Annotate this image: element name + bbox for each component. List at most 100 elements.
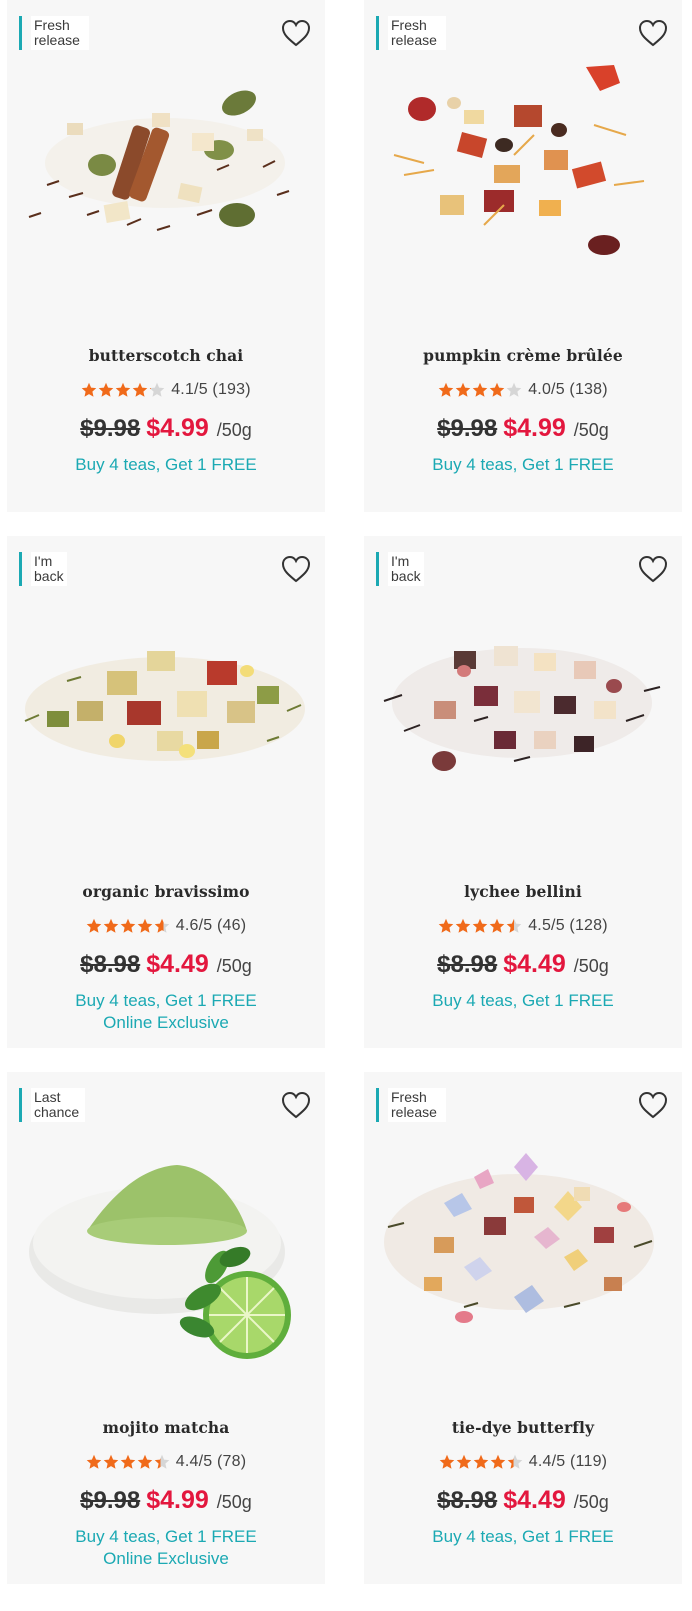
rating[interactable]: 4.5/5 (128) [364, 917, 682, 935]
star-icon [103, 1454, 119, 1469]
sale-price: $4.49 [503, 1486, 566, 1514]
price-unit: /50g [573, 1492, 609, 1512]
product-name[interactable]: organic bravissimo [7, 882, 325, 901]
product-card[interactable]: Fresh release [7, 0, 325, 512]
star-icon [456, 1454, 472, 1469]
heart-outline-icon [281, 1091, 311, 1119]
product-name[interactable]: butterscotch chai [7, 346, 325, 365]
star-icon [489, 382, 505, 397]
favorite-button[interactable] [636, 554, 670, 586]
favorite-button[interactable] [636, 18, 670, 50]
rating[interactable]: 4.0/5 (138) [364, 381, 682, 399]
product-grid: Fresh release butterscotch chai 4.1/5 (1… [0, 0, 692, 1611]
star-rating [81, 382, 165, 398]
star-rating [438, 918, 522, 934]
star-icon [115, 382, 131, 397]
star-icon [472, 918, 488, 933]
star-icon [472, 382, 488, 397]
star-icon [103, 918, 119, 933]
product-name[interactable]: tie-dye butterfly [364, 1418, 682, 1437]
star-icon [438, 918, 454, 933]
original-price: $9.98 [437, 415, 498, 442]
price: $8.98 $4.49 /50g [7, 950, 325, 979]
star-icon [438, 382, 454, 397]
status-badge: I'm back [19, 552, 67, 586]
star-icon [506, 382, 522, 397]
original-price: $8.98 [437, 951, 498, 978]
sale-price: $4.49 [503, 950, 566, 978]
product-name[interactable]: pumpkin crème brûlée [364, 346, 682, 365]
product-image[interactable] [364, 55, 682, 305]
star-icon [455, 918, 471, 933]
product-card[interactable]: Fresh release [364, 0, 682, 512]
star-icon [81, 382, 97, 397]
favorite-button[interactable] [636, 1090, 670, 1122]
price: $8.98 $4.49 /50g [364, 950, 682, 979]
star-icon [490, 1454, 506, 1469]
original-price: $8.98 [437, 1487, 498, 1514]
rating[interactable]: 4.1/5 (193) [7, 381, 325, 399]
original-price: $8.98 [80, 951, 141, 978]
price: $9.98 $4.99 /50g [364, 414, 682, 443]
status-badge: I'm back [376, 552, 424, 586]
rating[interactable]: 4.4/5 (78) [7, 1453, 325, 1471]
star-icon [439, 1454, 455, 1469]
promo-text: Buy 4 teas, Get 1 FREE [432, 455, 614, 474]
price-unit: /50g [216, 1492, 252, 1512]
rating[interactable]: 4.6/5 (46) [7, 917, 325, 935]
product-name[interactable]: mojito matcha [7, 1418, 325, 1437]
sale-price: $4.99 [146, 1486, 209, 1514]
heart-outline-icon [281, 19, 311, 47]
star-icon [154, 1454, 170, 1469]
rating[interactable]: 4.4/5 (119) [364, 1453, 682, 1471]
star-icon [137, 918, 153, 933]
star-rating [86, 1454, 170, 1470]
rating-text: 4.4/5 (119) [528, 1453, 608, 1470]
promo-text: Buy 4 teas, Get 1 FREE [432, 991, 614, 1010]
star-icon [473, 1454, 489, 1469]
star-icon [132, 382, 148, 397]
original-price: $9.98 [80, 415, 141, 442]
star-icon [154, 918, 170, 933]
product-image[interactable] [7, 591, 325, 841]
status-badge: Fresh release [376, 16, 446, 50]
sale-price: $4.49 [146, 950, 209, 978]
heart-outline-icon [281, 555, 311, 583]
star-icon [507, 1454, 523, 1469]
promo-text: Buy 4 teas, Get 1 FREE Online Exclusive [75, 991, 257, 1032]
star-rating [438, 382, 522, 398]
star-rating [439, 1454, 523, 1470]
price: $8.98 $4.49 /50g [364, 1486, 682, 1515]
product-image[interactable] [7, 1127, 325, 1377]
heart-outline-icon [638, 19, 668, 47]
star-rating [86, 918, 170, 934]
product-card[interactable]: I'm back [7, 536, 325, 1048]
price-unit: /50g [216, 956, 252, 976]
heart-outline-icon [638, 1091, 668, 1119]
rating-text: 4.1/5 (193) [171, 381, 251, 398]
favorite-button[interactable] [279, 18, 313, 50]
product-name[interactable]: lychee bellini [364, 882, 682, 901]
star-icon [98, 382, 114, 397]
favorite-button[interactable] [279, 1090, 313, 1122]
product-card[interactable]: I'm back [364, 536, 682, 1048]
product-card[interactable]: Last chance mojito matcha 4.4/5 (78) $9.… [7, 1072, 325, 1584]
product-image[interactable] [7, 55, 325, 305]
sale-price: $4.99 [503, 414, 566, 442]
rating-text: 4.5/5 (128) [528, 917, 608, 934]
rating-text: 4.4/5 (78) [175, 1453, 247, 1470]
star-icon [455, 382, 471, 397]
price: $9.98 $4.99 /50g [7, 414, 325, 443]
star-icon [120, 918, 136, 933]
promo-text: Buy 4 teas, Get 1 FREE [432, 1527, 614, 1546]
favorite-button[interactable] [279, 554, 313, 586]
product-card[interactable]: Fresh release [364, 1072, 682, 1584]
promo-text: Buy 4 teas, Get 1 FREE [75, 455, 257, 474]
product-image[interactable] [364, 591, 682, 841]
heart-outline-icon [638, 555, 668, 583]
star-icon [86, 918, 102, 933]
product-image[interactable] [364, 1127, 682, 1377]
price: $9.98 $4.99 /50g [7, 1486, 325, 1515]
original-price: $9.98 [80, 1487, 141, 1514]
star-icon [489, 918, 505, 933]
